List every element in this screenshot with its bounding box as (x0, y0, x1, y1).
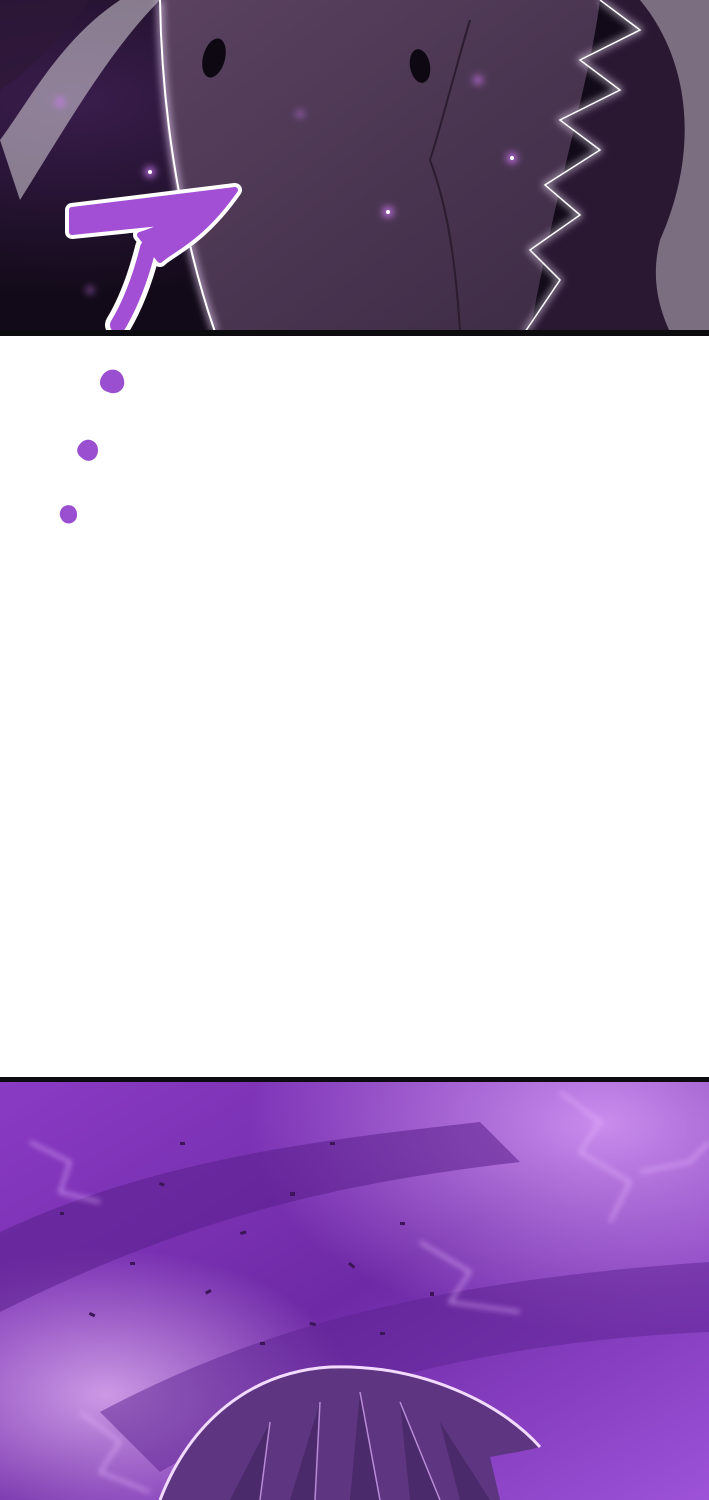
bottom-panel (0, 1082, 709, 1500)
gutter (0, 336, 709, 1079)
aura-art (0, 1082, 709, 1500)
creature-art (0, 0, 709, 332)
top-panel (0, 0, 709, 332)
ellipsis-drops-icon (59, 369, 125, 524)
